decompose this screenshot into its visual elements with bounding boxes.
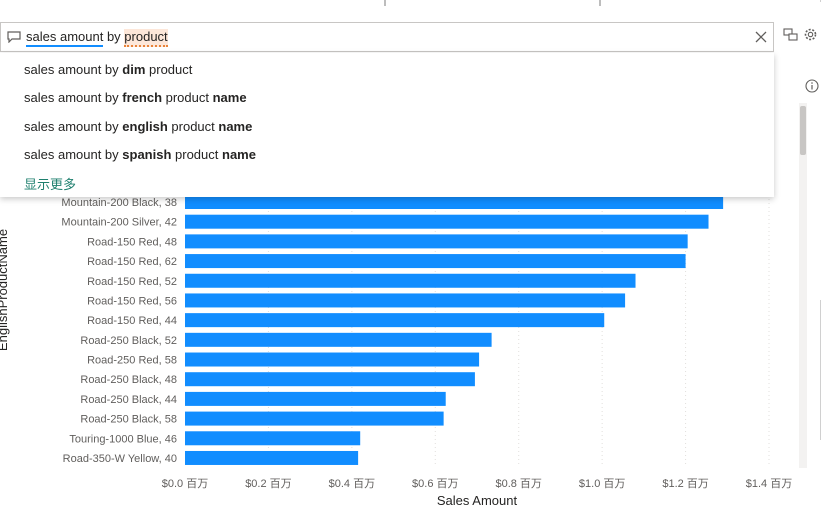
bar — [185, 273, 636, 288]
suggestion-item[interactable]: sales amount by french product name — [24, 90, 247, 105]
bar — [185, 195, 724, 209]
bar — [185, 214, 709, 229]
y-tick-label: Road-250 Red, 58 — [87, 355, 177, 367]
qa-question-box[interactable]: sales amount by product — [0, 22, 774, 52]
x-tick-label: $0.2 百万 — [245, 478, 291, 490]
edge-divider — [820, 300, 821, 440]
bar — [185, 352, 480, 367]
suggestion-item[interactable]: sales amount by spanish product name — [24, 147, 256, 162]
y-tick-label: Mountain-200 Silver, 42 — [61, 217, 177, 229]
show-more-link[interactable]: 显示更多 — [24, 174, 76, 193]
qa-query-field: product — [124, 29, 168, 47]
bar — [185, 372, 475, 387]
bar — [185, 234, 688, 249]
chat-bubble-icon — [7, 31, 21, 43]
y-tick-label: Road-150 Red, 48 — [87, 236, 177, 248]
close-icon[interactable] — [753, 29, 769, 45]
bar — [185, 450, 359, 465]
qa-input[interactable]: sales amount by product — [26, 29, 168, 47]
suggestion-dropdown: sales amount by dim product sales amount… — [0, 53, 774, 197]
y-tick-label: Road-150 Red, 44 — [87, 315, 177, 327]
x-tick-label: $0.8 百万 — [495, 478, 541, 490]
bar — [185, 431, 361, 446]
chart-scrollbar-track[interactable] — [799, 103, 807, 468]
y-tick-label: Road-250 Black, 48 — [80, 374, 177, 386]
info-icon[interactable] — [805, 79, 819, 93]
bar — [185, 391, 446, 406]
x-tick-label: $1.2 百万 — [662, 478, 708, 490]
suggestion-item[interactable]: sales amount by dim product — [24, 62, 192, 77]
qa-query-connector: by — [103, 29, 125, 44]
y-tick-label: Road-150 Red, 52 — [87, 276, 177, 288]
chart-scrollbar-thumb[interactable] — [800, 106, 806, 155]
x-tick-label: $0.0 百万 — [162, 478, 208, 490]
y-tick-label: Road-350-W Yellow, 40 — [63, 453, 177, 465]
x-tick-label: $0.4 百万 — [329, 478, 375, 490]
gear-icon[interactable] — [803, 27, 818, 42]
convert-visual-icon[interactable] — [783, 27, 798, 42]
y-tick-label: Mountain-200 Black, 38 — [61, 197, 177, 209]
y-tick-label: Road-250 Black, 58 — [80, 414, 177, 426]
bar — [185, 254, 686, 269]
y-tick-label: Touring-1000 Blue, 46 — [69, 433, 177, 445]
y-axis-title: EnglishProductName — [0, 229, 10, 351]
x-tick-label: $0.6 百万 — [412, 478, 458, 490]
x-tick-label: $1.4 百万 — [746, 478, 792, 490]
y-tick-label: Road-150 Red, 62 — [87, 256, 177, 268]
bar — [185, 293, 626, 308]
qa-query-measure: sales amount — [26, 29, 104, 47]
x-tick-label: $1.0 百万 — [579, 478, 625, 490]
y-tick-label: Road-250 Black, 52 — [80, 335, 177, 347]
edge-divider — [820, 0, 821, 2]
y-tick-label: Road-250 Black, 44 — [80, 394, 177, 406]
x-axis-title: Sales Amount — [437, 493, 518, 508]
suggestion-item[interactable]: sales amount by english product name — [24, 119, 252, 134]
bar — [185, 313, 605, 328]
y-tick-label: Road-150 Red, 56 — [87, 295, 177, 307]
bar — [185, 332, 492, 347]
bar — [185, 411, 444, 426]
